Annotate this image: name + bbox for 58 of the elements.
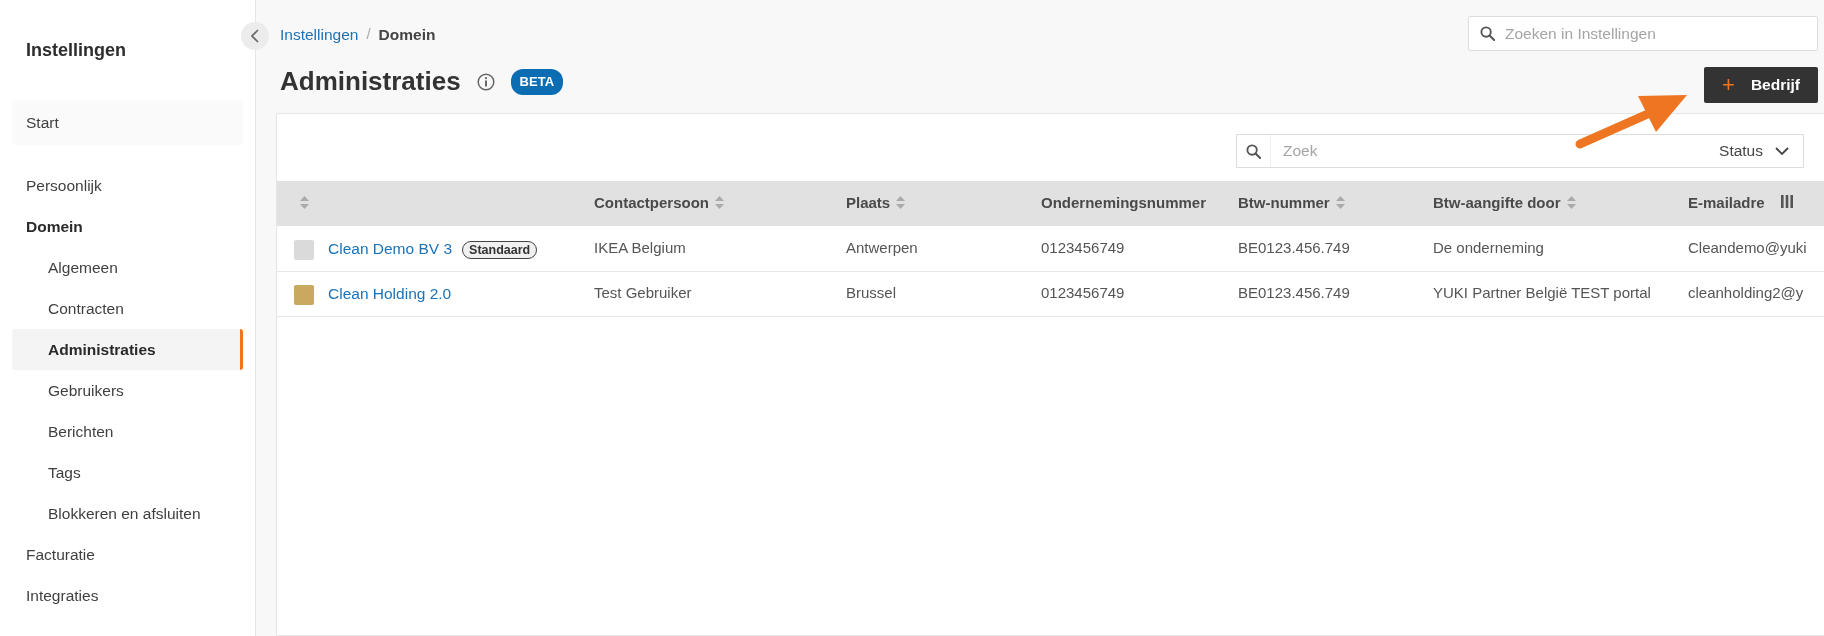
column-header[interactable]: Btw-aangifte door (1416, 181, 1671, 226)
beta-label: BETA (510, 69, 564, 95)
table-cell: 0123456749 (1024, 226, 1221, 271)
table-cell: cleanholding2@y (1671, 271, 1824, 316)
logo-thumbnail (294, 284, 314, 305)
table-cell: YUKI Partner België TEST portal (1416, 271, 1671, 316)
column-header[interactable]: Ondernemingsnummer (1024, 181, 1221, 226)
table-cell: 0123456749 (1024, 271, 1221, 316)
table-cell: De onderneming (1416, 226, 1671, 271)
default-label: Standaard (462, 240, 538, 259)
sidebar-item[interactable]: Start (12, 100, 243, 145)
sidebar-item[interactable]: Gebruikers (12, 370, 243, 411)
column-header[interactable]: E-mailadre (1671, 181, 1824, 226)
breadcrumb-separator: / (366, 24, 371, 45)
table-cell: BE0123.456.749 (1221, 271, 1416, 316)
column-header[interactable]: Plaats (829, 181, 1024, 226)
sort-icon[interactable] (1335, 196, 1345, 210)
add-company-button[interactable]: + Bedrijf (1704, 67, 1818, 103)
logo-thumbnail (294, 239, 314, 260)
sort-icon[interactable] (1566, 196, 1576, 210)
sidebar-item[interactable]: Algemeen (12, 247, 243, 288)
status-dropdown[interactable]: Status (1705, 139, 1803, 163)
sidebar-item[interactable]: Integraties (12, 575, 243, 616)
chevron-left-icon (251, 29, 259, 43)
search-icon (1246, 143, 1261, 159)
table-cell: IKEA Belgium (577, 226, 829, 271)
company-link[interactable]: Clean Holding 2.0 (328, 284, 452, 302)
sort-icon[interactable] (300, 196, 309, 210)
filter-field[interactable]: Zoek Status (1236, 134, 1804, 168)
page-title: Administraties (280, 66, 461, 98)
sidebar-title: Instellingen (25, 39, 127, 62)
sidebar-item[interactable]: Berichten (12, 411, 243, 452)
settings-search-field[interactable]: Zoeken in Instellingen (1468, 16, 1818, 51)
table-cell: Brussel (829, 271, 1024, 316)
sort-icon[interactable] (896, 196, 906, 210)
table-cell: BE0123.456.749 (1221, 226, 1416, 271)
company-link[interactable]: Clean Demo BV 3 (328, 239, 453, 257)
sort-icon[interactable] (715, 196, 724, 210)
sidebar-item[interactable]: Tags (12, 452, 243, 493)
sidebar-item[interactable]: Blokkeren en afsluiten (12, 493, 243, 534)
table-cell: Antwerpen (829, 226, 1024, 271)
sidebar-item[interactable]: Persoonlijk (12, 165, 243, 206)
column-header[interactable] (277, 181, 577, 226)
breadcrumb-current: Domein (378, 25, 436, 45)
search-icon (1480, 26, 1495, 41)
chevron-down-icon (1775, 146, 1789, 156)
sidebar-item[interactable]: Contracten (12, 288, 243, 329)
column-header[interactable]: Contactpersoon (577, 181, 829, 226)
column-header[interactable]: Btw-nummer (1221, 181, 1416, 226)
sidebar-item[interactable]: Domein (12, 206, 243, 247)
table-cell: Test Gebruiker (577, 271, 829, 316)
table-cell: Cleandemo@yuki (1671, 226, 1824, 271)
sidebar-item[interactable]: Administraties (12, 329, 243, 370)
sidebar-item[interactable]: Facturatie (12, 534, 243, 575)
info-icon[interactable] (476, 72, 495, 91)
breadcrumb-link[interactable]: Instellingen (280, 23, 359, 47)
collapse-button[interactable] (241, 22, 269, 50)
columns-icon[interactable] (1780, 195, 1793, 209)
